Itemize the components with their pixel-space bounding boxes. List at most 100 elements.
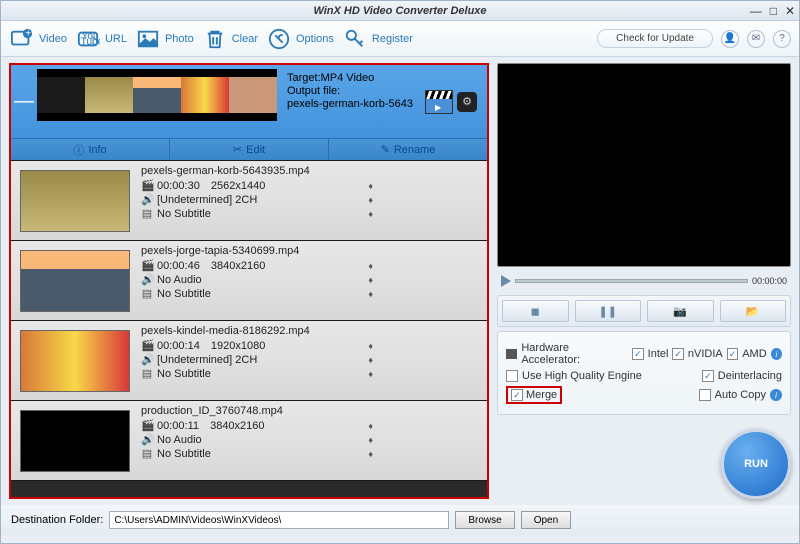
stepper-icon[interactable]: ♦: [368, 421, 373, 431]
autocopy-checkbox[interactable]: [699, 389, 711, 401]
run-button[interactable]: RUN: [721, 429, 791, 499]
subtitle-icon: ▤: [141, 207, 153, 220]
file-name: pexels-german-korb-5643935.mp4: [141, 165, 483, 177]
file-name: pexels-kindel-media-8186292.mp4: [141, 325, 483, 337]
intel-checkbox[interactable]: [632, 348, 643, 360]
destination-input[interactable]: [109, 511, 449, 529]
pause-button[interactable]: ❚❚: [575, 300, 642, 322]
speaker-icon: 🔊: [141, 193, 153, 206]
add-video-button[interactable]: + Video: [9, 27, 67, 51]
stepper-icon[interactable]: ♦: [368, 355, 373, 365]
target-format-label: Target:MP4 Video: [287, 72, 415, 84]
mail-icon[interactable]: ✉: [747, 30, 765, 48]
url-button[interactable]: YouTube URL: [75, 27, 127, 51]
register-button[interactable]: Register: [342, 27, 413, 51]
amd-checkbox[interactable]: [727, 348, 738, 360]
app-title: WinX HD Video Converter Deluxe: [313, 5, 486, 17]
output-file-label: Output file:: [287, 85, 415, 97]
close-icon[interactable]: ✕: [785, 4, 795, 18]
merge-option-highlight: Merge: [506, 386, 562, 404]
destination-label: Destination Folder:: [11, 514, 103, 526]
info-icon[interactable]: i: [770, 389, 782, 401]
file-row[interactable]: pexels-german-korb-5643935.mp4 🎬00:00:30…: [11, 161, 487, 241]
open-button[interactable]: Open: [521, 511, 571, 529]
thumbnail: [20, 170, 130, 232]
preview-clapper-icon[interactable]: [425, 90, 453, 114]
speaker-icon: 🔊: [141, 353, 153, 366]
stop-button[interactable]: ◼: [502, 300, 569, 322]
stepper-icon[interactable]: ♦: [368, 181, 373, 191]
info-icon[interactable]: i: [771, 348, 782, 360]
thumbnail: [20, 250, 130, 312]
thumbnail: [20, 330, 130, 392]
file-row[interactable]: pexels-jorge-tapia-5340699.mp4 🎬00:00:46…: [11, 241, 487, 321]
info-icon: ⓘ: [73, 142, 84, 158]
progress-bar[interactable]: [515, 279, 748, 283]
stepper-icon[interactable]: ♦: [368, 261, 373, 271]
film-icon: 🎬: [141, 259, 153, 272]
edit-action[interactable]: ✂Edit: [170, 139, 329, 160]
stepper-icon[interactable]: ♦: [368, 435, 373, 445]
trash-icon: [202, 27, 228, 51]
bottom-bar: Destination Folder: Browse Open: [1, 505, 799, 535]
chip-icon: [506, 349, 517, 359]
hq-engine-checkbox[interactable]: [506, 370, 518, 382]
film-icon: 🎬: [141, 179, 153, 192]
stepper-icon[interactable]: ♦: [368, 275, 373, 285]
hw-accel-label: Hardware Accelerator:: [521, 342, 624, 366]
stepper-icon[interactable]: ♦: [368, 369, 373, 379]
speaker-icon: 🔊: [141, 273, 153, 286]
wrench-icon: [266, 27, 292, 51]
snapshot-button[interactable]: 📷: [647, 300, 714, 322]
scissors-icon: ✂: [233, 143, 242, 156]
account-icon[interactable]: 👤: [721, 30, 739, 48]
options-panel: Hardware Accelerator: Intel nVIDIA AMD i…: [497, 331, 791, 415]
stepper-icon[interactable]: ♦: [368, 449, 373, 459]
file-row[interactable]: pexels-kindel-media-8186292.mp4 🎬00:00:1…: [11, 321, 487, 401]
key-icon: [342, 27, 368, 51]
film-icon: 🎬: [141, 419, 153, 432]
svg-text:+: +: [25, 28, 31, 39]
stepper-icon[interactable]: ♦: [368, 209, 373, 219]
video-plus-icon: +: [9, 27, 35, 51]
subtitle-icon: ▤: [141, 287, 153, 300]
video-preview[interactable]: [497, 63, 791, 267]
youtube-icon: YouTube: [75, 27, 101, 51]
stepper-icon[interactable]: ♦: [368, 289, 373, 299]
svg-text:Tube: Tube: [81, 36, 100, 47]
thumbnail-strip: [37, 69, 277, 121]
open-folder-button[interactable]: 📂: [720, 300, 787, 322]
stepper-icon[interactable]: ♦: [368, 341, 373, 351]
film-icon: 🎬: [141, 339, 153, 352]
play-button[interactable]: [501, 275, 511, 287]
file-name: pexels-jorge-tapia-5340699.mp4: [141, 245, 483, 257]
info-action[interactable]: ⓘInfo: [11, 139, 170, 160]
photo-icon: [135, 27, 161, 51]
photo-button[interactable]: Photo: [135, 27, 194, 51]
toolbar: + Video YouTube URL Photo Clear Options …: [1, 21, 799, 57]
rename-icon: ✎: [381, 143, 390, 156]
file-row[interactable]: production_ID_3760748.mp4 🎬00:00:11 3840…: [11, 401, 487, 481]
options-button[interactable]: Options: [266, 27, 334, 51]
minimize-icon[interactable]: —: [750, 4, 762, 18]
time-display: 00:00:00: [752, 276, 787, 286]
nvidia-checkbox[interactable]: [672, 348, 683, 360]
subtitle-icon: ▤: [141, 367, 153, 380]
clear-button[interactable]: Clear: [202, 27, 258, 51]
speaker-icon: 🔊: [141, 433, 153, 446]
subtitle-icon: ▤: [141, 447, 153, 460]
maximize-icon[interactable]: □: [770, 4, 777, 18]
file-list-panel: — Target:MP4 Video Output file: pexels-g…: [9, 63, 489, 499]
file-name: production_ID_3760748.mp4: [141, 405, 483, 417]
settings-gear-icon[interactable]: ⚙: [457, 92, 477, 112]
browse-button[interactable]: Browse: [455, 511, 514, 529]
output-file-name: pexels-german-korb-5643: [287, 98, 415, 110]
stepper-icon[interactable]: ♦: [368, 195, 373, 205]
check-update-button[interactable]: Check for Update: [597, 29, 713, 48]
selected-output-row[interactable]: — Target:MP4 Video Output file: pexels-g…: [11, 65, 487, 161]
merge-checkbox[interactable]: [511, 389, 523, 401]
help-icon[interactable]: ?: [773, 30, 791, 48]
deinterlacing-checkbox[interactable]: [702, 370, 714, 382]
collapse-button[interactable]: —: [15, 69, 33, 134]
rename-action[interactable]: ✎Rename: [329, 139, 487, 160]
